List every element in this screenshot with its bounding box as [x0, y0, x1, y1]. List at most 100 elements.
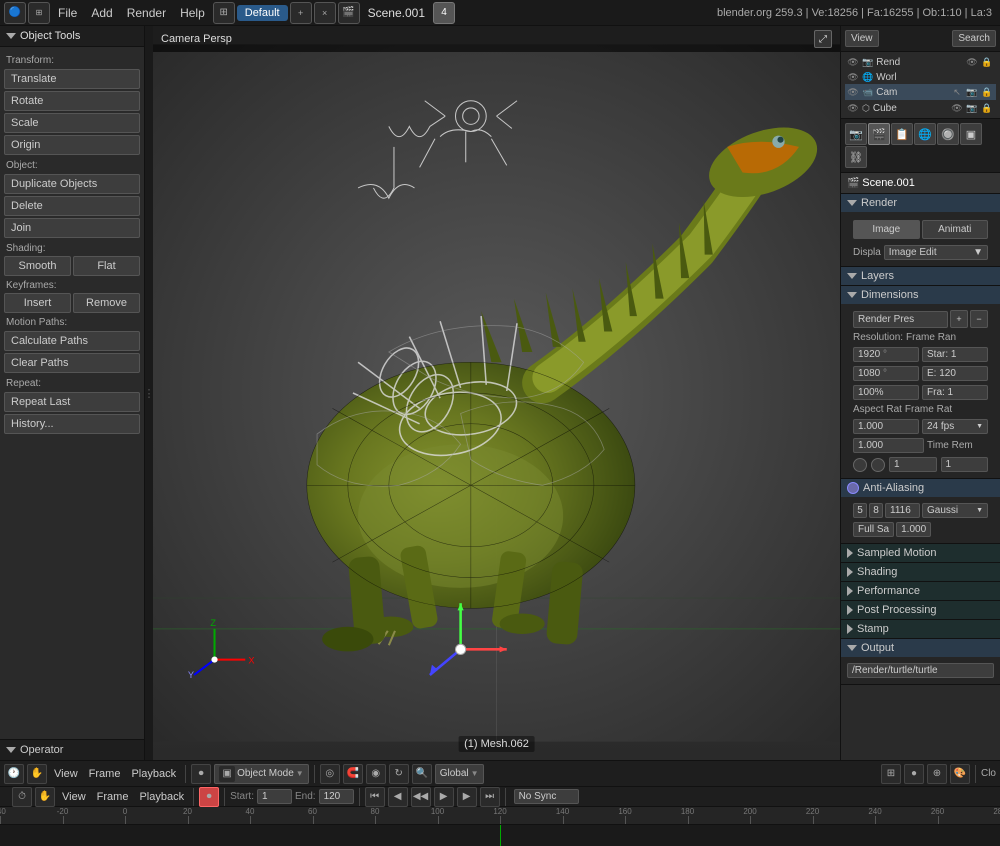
next-frame-btn[interactable]: ▶	[457, 787, 477, 807]
tl-playback-menu[interactable]: Playback	[135, 791, 188, 803]
props-icon-scene2[interactable]: 🌐	[914, 123, 936, 145]
cube-lock-btn[interactable]: 🔒	[980, 101, 994, 115]
rotate-btn[interactable]: Rotate	[4, 91, 140, 111]
aa-toggle[interactable]	[847, 482, 859, 494]
tools-icon-1[interactable]: ↻	[389, 764, 409, 784]
menu-file[interactable]: File	[52, 4, 83, 22]
image-render-btn[interactable]: Image	[853, 220, 920, 239]
tab-view[interactable]: View	[845, 30, 879, 47]
cam-lock-btn[interactable]: 🔒	[980, 85, 994, 99]
aa-section-header[interactable]: Anti-Aliasing	[841, 479, 1000, 497]
toggle-1[interactable]	[853, 458, 867, 472]
clear-paths-btn[interactable]: Clear Paths	[4, 353, 140, 373]
frame-menu[interactable]: Frame	[85, 768, 125, 780]
play-btn[interactable]: ▶	[434, 787, 454, 807]
render-preset-dropdown[interactable]: Render Pres	[853, 311, 948, 328]
viewport[interactable]: X Z Y	[153, 26, 840, 760]
record-btn[interactable]: ⏺	[199, 787, 219, 807]
duplicate-btn[interactable]: Duplicate Objects	[4, 174, 140, 194]
playback-menu[interactable]: Playback	[127, 768, 180, 780]
flat-btn[interactable]: Flat	[73, 256, 140, 276]
add-layout-icon[interactable]: +	[290, 2, 312, 24]
outliner-item-cam[interactable]: 👁 📹 Cam ↖ 📷 🔒	[845, 84, 996, 100]
aspect-y-field[interactable]: 1.000	[853, 438, 924, 453]
tl-editor-icon[interactable]: ⏱	[12, 787, 32, 807]
overlay-icon[interactable]: ⊕	[927, 764, 947, 784]
snap-icon[interactable]: 🧲	[343, 764, 363, 784]
prev-frame-btn[interactable]: ◀	[388, 787, 408, 807]
calculate-paths-btn[interactable]: Calculate Paths	[4, 331, 140, 351]
props-icon-scene[interactable]: 📷	[845, 123, 867, 145]
mode-dropdown[interactable]: ▣ Object Mode ▼	[214, 764, 309, 784]
fps-dropdown[interactable]: 24 fps ▼	[922, 419, 988, 434]
res-width-field[interactable]: 1920 °	[853, 347, 919, 362]
preset-remove-btn[interactable]: −	[970, 310, 988, 328]
tl-start-field[interactable]	[257, 789, 292, 804]
render-preview-icon[interactable]: 🎨	[950, 764, 970, 784]
stamp-header[interactable]: Stamp	[841, 620, 1000, 638]
play-back-btn[interactable]: ◀◀	[411, 787, 431, 807]
output-header[interactable]: Output	[841, 639, 1000, 657]
aa-num1[interactable]: 5	[853, 503, 867, 518]
props-icon-obj[interactable]: ▣	[960, 123, 982, 145]
menu-help[interactable]: Help	[174, 4, 211, 22]
fra-field[interactable]: Fra: 1	[922, 385, 988, 400]
join-btn[interactable]: Join	[4, 218, 140, 238]
render-section-header[interactable]: Render	[841, 194, 1000, 212]
smooth-btn[interactable]: Smooth	[4, 256, 71, 276]
res-height-field[interactable]: 1080 °	[853, 366, 919, 381]
tl-hand-icon[interactable]: ✋	[35, 787, 55, 807]
props-icon-constraint[interactable]: ⛓	[845, 146, 867, 168]
cube-render-btn[interactable]: 📷	[965, 101, 979, 115]
aa-num2[interactable]: 8	[869, 503, 883, 518]
timeline-track[interactable]	[0, 825, 1000, 846]
repeat-last-btn[interactable]: Repeat Last	[4, 392, 140, 412]
translate-btn[interactable]: Translate	[4, 69, 140, 89]
time-val-field[interactable]: 1	[889, 457, 937, 472]
props-icon-layer[interactable]: 📋	[891, 123, 913, 145]
scale-btn[interactable]: Scale	[4, 113, 140, 133]
time-val2-field[interactable]: 1	[941, 457, 989, 472]
outliner-item-cube[interactable]: 👁 ⬡ Cube 👁 📷 🔒	[845, 100, 996, 116]
anim-icon[interactable]: ⏺	[191, 764, 211, 784]
tl-frame-menu[interactable]: Frame	[93, 791, 133, 803]
layout-icon[interactable]: ⊞	[213, 2, 235, 24]
shading-prop-header[interactable]: Shading	[841, 563, 1000, 581]
preset-add-btn[interactable]: +	[950, 310, 968, 328]
origin-btn[interactable]: Origin	[4, 135, 140, 155]
delete-btn[interactable]: Delete	[4, 196, 140, 216]
sampled-motion-header[interactable]: Sampled Motion	[841, 544, 1000, 562]
shading-mode-icon[interactable]: ●	[904, 764, 924, 784]
pivot-icon[interactable]: ◎	[320, 764, 340, 784]
menu-render[interactable]: Render	[121, 4, 172, 22]
pan-icon[interactable]: ✋	[27, 764, 47, 784]
history-btn[interactable]: History...	[4, 414, 140, 434]
aa-full-val-field[interactable]: 1.000	[896, 522, 931, 537]
left-resize-handle[interactable]: ⋮	[145, 26, 153, 760]
output-path-field[interactable]: /Render/turtle/turtle	[847, 663, 994, 678]
cube-vis-btn[interactable]: 👁	[950, 101, 964, 115]
blender-icon[interactable]: 🔵	[4, 2, 26, 24]
display-dropdown[interactable]: Image Edit ▼	[884, 245, 988, 260]
close-layout-icon[interactable]: ×	[314, 2, 336, 24]
tab-search[interactable]: Search	[952, 30, 996, 47]
view-menu[interactable]: View	[50, 768, 82, 780]
prop-edit-icon[interactable]: ◉	[366, 764, 386, 784]
scale-field[interactable]: 100%	[853, 385, 919, 400]
menu-add[interactable]: Add	[85, 4, 118, 22]
layer-vis-icon[interactable]: ⊞	[881, 764, 901, 784]
tools-icon-2[interactable]: 🔍	[412, 764, 432, 784]
props-icon-world[interactable]: 🔘	[937, 123, 959, 145]
rend-vis-btn[interactable]: 👁	[965, 55, 979, 69]
dimensions-section-header[interactable]: Dimensions	[841, 286, 1000, 304]
aa-num3[interactable]: 1116	[885, 503, 920, 518]
performance-header[interactable]: Performance	[841, 582, 1000, 600]
rend-lock-btn[interactable]: 🔒	[980, 55, 994, 69]
aspect-x-field[interactable]: 1.000	[853, 419, 919, 434]
editor-type-icon[interactable]: 🕐	[4, 764, 24, 784]
jump-end-btn[interactable]: ⏭	[480, 787, 500, 807]
tl-sync-dropdown[interactable]: No Sync	[514, 789, 579, 804]
end-frame-field[interactable]: E: 120	[922, 366, 988, 381]
global-dropdown[interactable]: Global ▼	[435, 764, 484, 784]
layers-section-header[interactable]: Layers	[841, 267, 1000, 285]
